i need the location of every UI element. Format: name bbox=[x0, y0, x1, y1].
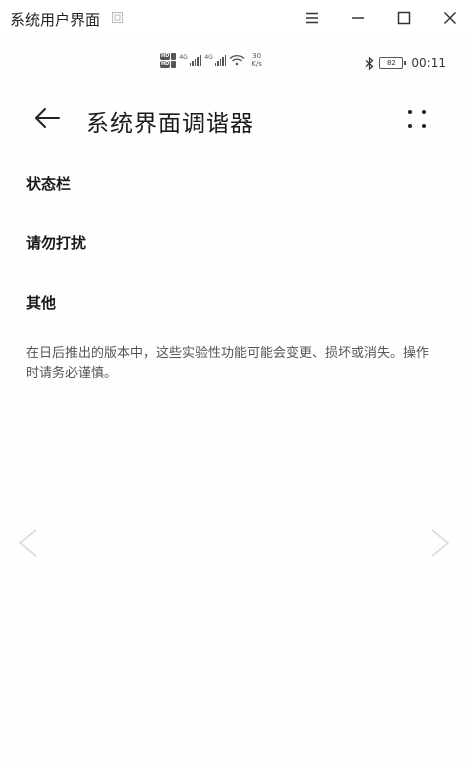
list-item-other[interactable]: 其他 bbox=[26, 292, 56, 313]
window-title: 系统用户界面 bbox=[10, 11, 101, 29]
minimize-icon bbox=[352, 17, 364, 19]
hamburger-icon bbox=[306, 12, 318, 24]
window-titlebar: 系统用户界面 bbox=[0, 0, 468, 36]
pin-icon[interactable] bbox=[112, 12, 123, 23]
more-options-button[interactable] bbox=[402, 104, 432, 134]
signal-icon-1: 4G bbox=[179, 54, 202, 66]
hd-indicators: HD HD bbox=[160, 52, 177, 68]
app-bar: 系统界面调谐器 bbox=[0, 92, 468, 144]
list-item-status-bar[interactable]: 状态栏 bbox=[26, 173, 71, 194]
net-speed-value: 30 bbox=[252, 52, 262, 60]
page-title: 系统界面调谐器 bbox=[86, 111, 254, 137]
bluetooth-icon bbox=[365, 56, 374, 70]
prev-page-arrow-icon[interactable] bbox=[16, 528, 40, 558]
back-arrow-icon bbox=[35, 108, 60, 128]
net-speed-unit: K/s bbox=[251, 60, 262, 68]
maximize-icon bbox=[397, 11, 411, 25]
list-item-do-not-disturb[interactable]: 请勿打扰 bbox=[26, 232, 86, 253]
close-button[interactable] bbox=[438, 6, 462, 30]
battery-icon: 82 bbox=[379, 57, 407, 69]
hd-indicator-1: HD bbox=[160, 52, 177, 60]
wifi-icon bbox=[229, 54, 245, 66]
status-bar: HD HD 4G 4G 30 K/s 82 00:11 bbox=[0, 50, 468, 80]
status-right: 82 00:11 bbox=[365, 56, 446, 70]
next-page-arrow-icon[interactable] bbox=[428, 528, 452, 558]
more-dot-icon bbox=[408, 124, 412, 128]
clock: 00:11 bbox=[411, 56, 446, 70]
more-dot-icon bbox=[422, 110, 426, 114]
close-icon bbox=[443, 11, 457, 25]
back-button[interactable] bbox=[30, 104, 64, 132]
battery-level: 82 bbox=[379, 57, 404, 69]
status-left: HD HD 4G 4G 30 K/s bbox=[160, 52, 262, 68]
net-speed: 30 K/s bbox=[251, 52, 262, 68]
maximize-button[interactable] bbox=[392, 6, 416, 30]
warning-note: 在日后推出的版本中，这些实验性功能可能会变更、损坏或消失。操作时请务必谨慎。 bbox=[26, 346, 430, 381]
signal-icon-2: 4G bbox=[204, 54, 227, 66]
more-dot-icon bbox=[408, 110, 412, 114]
more-dot-icon bbox=[422, 124, 426, 128]
minimize-button[interactable] bbox=[346, 6, 370, 30]
hd-indicator-2: HD bbox=[160, 60, 177, 68]
menu-button[interactable] bbox=[300, 6, 324, 30]
